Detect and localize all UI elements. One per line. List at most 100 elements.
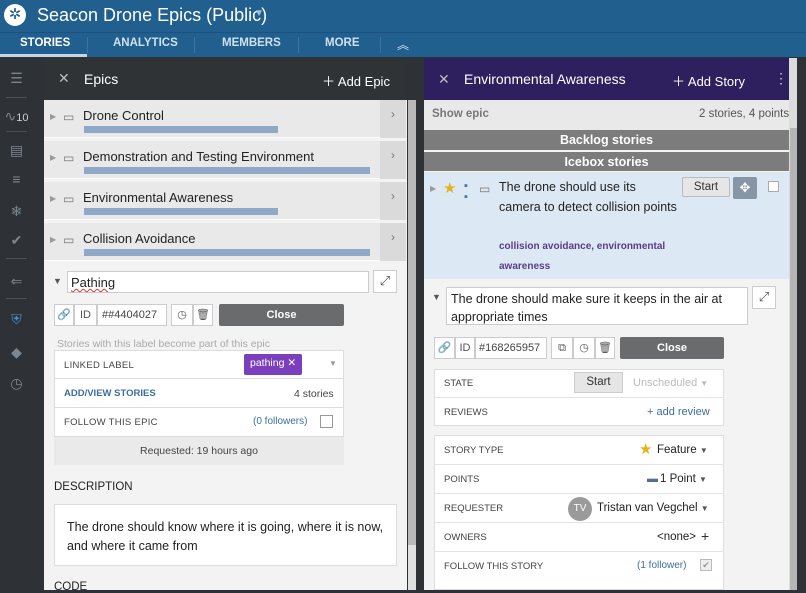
epic-shield-icon[interactable]: ⛨: [0, 305, 33, 333]
goto-icon[interactable]: ⇐: [0, 267, 33, 295]
copy-icon[interactable]: ⧉: [551, 337, 573, 359]
show-epic-button[interactable]: Show epic: [432, 108, 489, 120]
epic-progress-track: [84, 167, 370, 174]
label-chip[interactable]: pathing ✕: [244, 354, 303, 375]
epics-scrollbar-thumb[interactable]: [408, 100, 416, 545]
collapse-triangle-icon[interactable]: ▼: [53, 276, 62, 286]
state-start-button[interactable]: Start: [574, 372, 623, 393]
epic-progress-bar: [84, 126, 279, 133]
trash-icon[interactable]: 🗑: [193, 304, 213, 326]
chevron-right-icon[interactable]: ›: [380, 182, 406, 220]
collapse-up-icon[interactable]: ︽: [397, 36, 409, 53]
star-feature-icon: ★: [639, 441, 653, 458]
expand-icon[interactable]: ⤢: [752, 286, 776, 309]
requested-time: Requested: 19 hours ago: [140, 445, 258, 457]
history-icon[interactable]: ◷: [171, 304, 193, 326]
remove-label-icon[interactable]: ✕: [287, 357, 296, 369]
story-select-checkbox[interactable]: [768, 181, 779, 192]
points-icon: ▬: [647, 473, 658, 485]
add-view-stories-link[interactable]: ADD/VIEW STORIES: [64, 388, 156, 399]
points-select[interactable]: 1 Point ▼: [660, 473, 707, 485]
epic-name[interactable]: Environmental Awareness: [83, 190, 233, 205]
history-icon[interactable]: ◷: [573, 337, 595, 359]
snowflake-icon[interactable]: ❄: [0, 197, 33, 225]
story-title-input[interactable]: The drone should make sure it keeps in t…: [446, 287, 748, 325]
story-type-label: STORY TYPE: [444, 445, 504, 456]
stories-scrollbar-thumb[interactable]: [790, 128, 797, 590]
start-button[interactable]: Start: [682, 177, 730, 197]
story-count: 4 stories: [294, 388, 334, 400]
move-handle-icon[interactable]: ✥: [733, 177, 757, 199]
tab-more[interactable]: MORE: [325, 37, 360, 49]
label-icon[interactable]: ◆: [0, 338, 33, 366]
link-icon[interactable]: 🔗: [434, 337, 455, 359]
epic-name-input[interactable]: Pathing: [67, 271, 369, 293]
chevron-down-icon[interactable]: ▼: [329, 359, 337, 368]
chevron-down-icon: ▼: [699, 446, 708, 455]
tab-analytics[interactable]: ANALYTICS: [113, 37, 178, 49]
chevron-down-icon: ▼: [699, 475, 707, 484]
divider: [434, 464, 724, 465]
menu-icon[interactable]: ☰: [0, 64, 33, 92]
story-title[interactable]: The drone should use its camera to detec…: [499, 178, 679, 217]
tab-divider: [380, 37, 381, 53]
requester-select[interactable]: Tristan van Vegchel ▼: [597, 502, 709, 514]
history-icon[interactable]: ◷: [0, 369, 33, 397]
story-labels[interactable]: collision avoidance, environmental aware…: [499, 237, 689, 277]
chevron-down-icon[interactable]: ▼: [254, 8, 264, 19]
requester-label: REQUESTER: [444, 503, 504, 514]
tab-stories[interactable]: STORIES: [20, 37, 70, 49]
close-story-button[interactable]: Close: [620, 337, 724, 359]
epic-name[interactable]: Collision Avoidance: [83, 231, 196, 246]
expand-triangle-icon[interactable]: ▶: [50, 194, 56, 203]
gear-logo-icon[interactable]: ✲: [4, 4, 26, 26]
expand-triangle-icon[interactable]: ▶: [430, 184, 436, 193]
state-select[interactable]: Unscheduled ▼: [633, 377, 708, 389]
id-label: ID: [455, 337, 475, 359]
epic-name[interactable]: Demonstration and Testing Environment: [83, 149, 314, 164]
add-owner-icon[interactable]: +: [701, 528, 709, 544]
chevron-right-icon[interactable]: ›: [380, 223, 406, 261]
add-review-link[interactable]: + add review: [647, 406, 710, 418]
plus-icon: ＋: [322, 74, 338, 89]
close-icon[interactable]: ✕: [438, 71, 450, 88]
reviews-label: REVIEWS: [444, 407, 488, 418]
trash-icon[interactable]: 🗑: [595, 337, 615, 359]
tab-members[interactable]: MEMBERS: [222, 37, 281, 49]
followers-link[interactable]: (1 follower): [637, 560, 686, 571]
comment-icon: ▭: [63, 110, 75, 124]
add-epic-button[interactable]: ＋ Add Epic: [322, 71, 390, 90]
link-icon[interactable]: 🔗: [54, 304, 74, 326]
backlog-section[interactable]: Backlog stories: [424, 130, 789, 150]
inbox-icon[interactable]: ▤: [0, 136, 33, 164]
followers-link[interactable]: (0 followers): [253, 416, 307, 427]
owners-value[interactable]: <none>: [657, 531, 696, 543]
story-type-select[interactable]: Feature ▼: [657, 444, 708, 456]
collapse-triangle-icon[interactable]: ▼: [432, 292, 441, 302]
icebox-section[interactable]: Icebox stories: [424, 152, 789, 171]
list-icon[interactable]: ≡: [0, 165, 33, 193]
rail-divider: [6, 97, 27, 98]
add-story-button[interactable]: ＋ Add Story: [672, 71, 745, 90]
chevron-right-icon[interactable]: ›: [380, 141, 406, 179]
points-label: POINTS: [444, 474, 480, 485]
follow-epic-checkbox[interactable]: [320, 415, 333, 428]
description-text[interactable]: The drone should know where it is going,…: [54, 504, 397, 566]
expand-triangle-icon[interactable]: ▶: [50, 235, 56, 244]
follow-story-checkbox[interactable]: ✔: [700, 559, 712, 571]
more-vertical-icon[interactable]: ⋮: [774, 70, 788, 87]
epic-id-field[interactable]: ##4404027: [97, 304, 167, 326]
close-icon[interactable]: ✕: [58, 70, 70, 87]
close-epic-button[interactable]: Close: [219, 304, 344, 326]
check-icon[interactable]: ✔: [0, 226, 33, 254]
expand-triangle-icon[interactable]: ▶: [50, 153, 56, 162]
chevron-right-icon[interactable]: ›: [380, 100, 406, 138]
story-id-field[interactable]: #168265957: [475, 337, 547, 359]
requester-name: Tristan van Vegchel: [597, 502, 698, 514]
velocity-indicator[interactable]: ∿10: [0, 102, 33, 130]
expand-triangle-icon[interactable]: ▶: [50, 112, 56, 121]
expand-icon[interactable]: ⤢: [373, 270, 397, 293]
tab-divider: [298, 37, 299, 53]
epic-name[interactable]: Drone Control: [83, 108, 164, 123]
project-title[interactable]: Seacon Drone Epics (Public): [37, 5, 267, 26]
